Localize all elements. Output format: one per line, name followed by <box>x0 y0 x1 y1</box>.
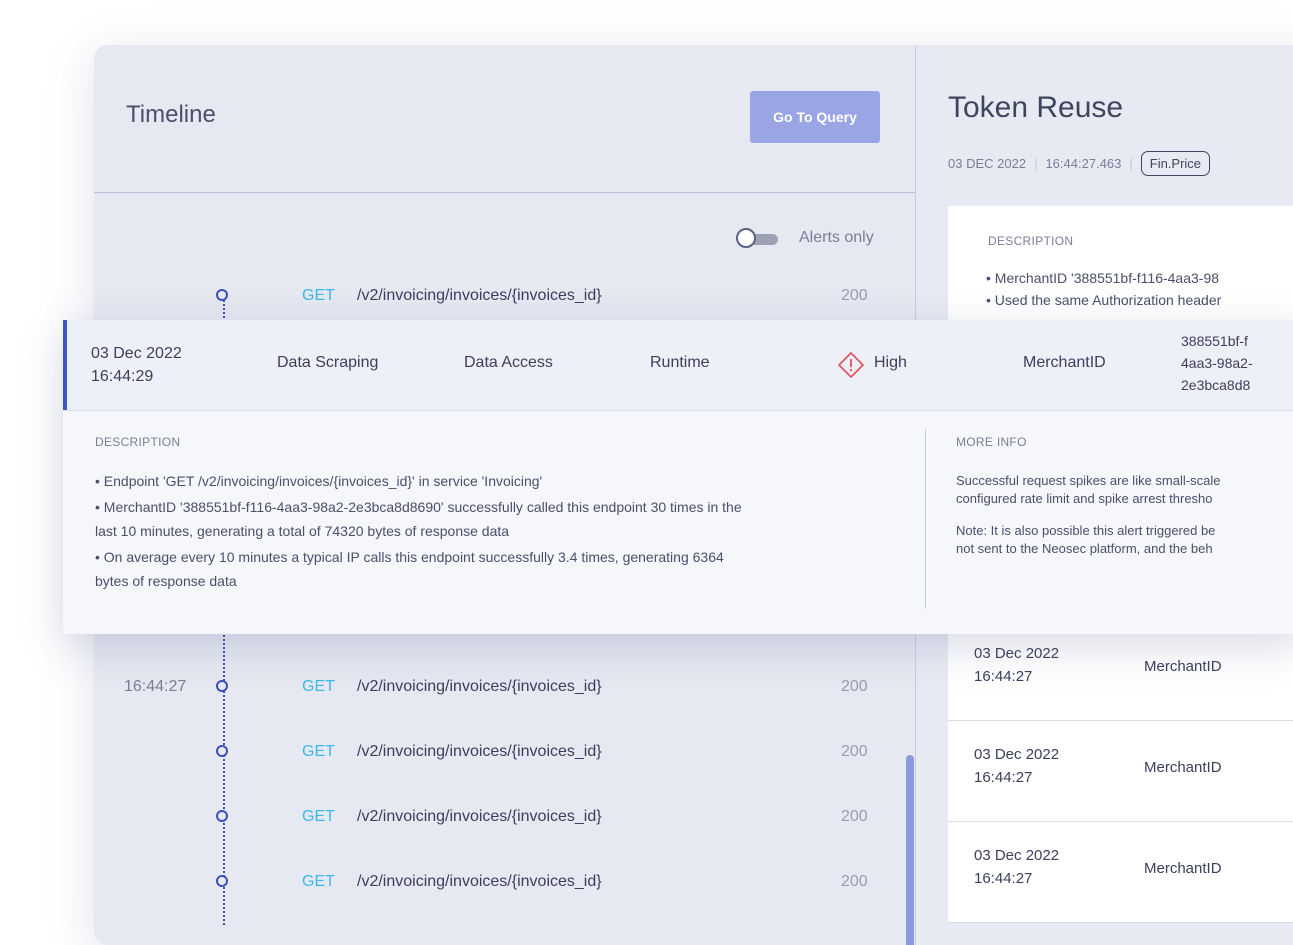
timeline-dot-icon <box>216 745 228 757</box>
alert-entity-id-line: 4aa3-98a2- <box>1181 355 1253 371</box>
list-item-time: 16:44:27 <box>974 769 1033 786</box>
list-item-datetime: 03 Dec 2022 16:44:27 <box>974 642 1059 688</box>
status-code: 200 <box>841 743 868 760</box>
endpoint-path: /v2/invoicing/invoices/{invoices_id} <box>357 287 602 304</box>
timeline-dot-icon <box>216 810 228 822</box>
alert-description-line: • Endpoint 'GET /v2/invoicing/invoices/{… <box>95 473 543 489</box>
alert-category: Data Access <box>464 354 553 371</box>
alert-name: Data Scraping <box>277 354 379 371</box>
list-item[interactable]: 03 Dec 2022 16:44:27 MerchantID <box>948 620 1293 721</box>
timeline-row[interactable]: GET /v2/invoicing/invoices/{invoices_id}… <box>94 863 915 903</box>
detail-date: 03 DEC 2022 <box>948 156 1027 171</box>
timeline-row[interactable]: GET /v2/invoicing/invoices/{invoices_id}… <box>94 733 915 773</box>
alert-description-line: last 10 minutes, generating a total of 7… <box>95 523 510 539</box>
list-item-date: 03 Dec 2022 <box>974 746 1060 763</box>
endpoint-path: /v2/invoicing/invoices/{invoices_id} <box>357 678 602 695</box>
timeline-dot-icon <box>216 875 228 887</box>
endpoint-path: /v2/invoicing/invoices/{invoices_id} <box>357 873 602 890</box>
status-code: 200 <box>841 808 868 825</box>
go-to-query-button[interactable]: Go To Query <box>750 91 880 143</box>
http-method: GET <box>302 743 335 760</box>
endpoint-path: /v2/invoicing/invoices/{invoices_id} <box>357 808 602 825</box>
http-method: GET <box>302 873 335 890</box>
timeline-time: 16:44:27 <box>124 678 187 695</box>
http-method: GET <box>302 808 335 825</box>
alert-more-info-line: configured rate limit and spike arrest t… <box>956 491 1213 506</box>
detail-tag[interactable]: Fin.Price <box>1140 151 1211 176</box>
alert-details: DESCRIPTION • Endpoint 'GET /v2/invoicin… <box>63 411 1293 634</box>
list-item[interactable]: 03 Dec 2022 16:44:27 MerchantID <box>948 721 1293 822</box>
list-item-date: 03 Dec 2022 <box>974 847 1060 864</box>
detail-title: Token Reuse <box>948 91 1124 124</box>
list-item-entity: MerchantID <box>1144 759 1222 776</box>
detail-description-line: • MerchantID '388551bf-f116-4aa3-98 <box>986 270 1220 286</box>
http-method: GET <box>302 287 335 304</box>
alert-more-info-line: Note: It is also possible this alert tri… <box>956 523 1216 538</box>
alert-datetime: 03 Dec 2022 16:44:29 <box>91 342 182 388</box>
timeline-header: Timeline Go To Query <box>94 45 915 193</box>
alert-more-info-line: Successful request spikes are like small… <box>956 473 1221 488</box>
detail-description-title: DESCRIPTION <box>988 234 1074 248</box>
list-item-datetime: 03 Dec 2022 16:44:27 <box>974 844 1059 890</box>
alert-description-line: bytes of response data <box>95 573 237 589</box>
meta-separator: | <box>1034 156 1038 171</box>
alert-description-title: DESCRIPTION <box>95 435 181 449</box>
alert-entity-id: 388551bf-f 4aa3-98a2- 2e3bca8d8 <box>1181 330 1253 396</box>
alert-more-info-title: MORE INFO <box>956 435 1027 449</box>
list-item[interactable]: 03 Dec 2022 16:44:27 MerchantID <box>948 822 1293 923</box>
detail-meta: 03 DEC 2022 | 16:44:27.463 | Fin.Price <box>948 151 1211 176</box>
endpoint-path: /v2/invoicing/invoices/{invoices_id} <box>357 743 602 760</box>
timeline-scrollbar[interactable] <box>906 755 914 945</box>
alert-phase: Runtime <box>650 354 710 371</box>
alert-expanded-row[interactable]: 03 Dec 2022 16:44:29 Data Scraping Data … <box>63 320 1293 634</box>
alert-severity: High <box>874 354 907 371</box>
toggle-knob <box>736 228 756 248</box>
alert-entity-id-line: 388551bf-f <box>1181 333 1248 349</box>
alert-more-info-line: not sent to the Neosec platform, and the… <box>956 541 1213 556</box>
details-divider <box>925 429 926 609</box>
timeline-title: Timeline <box>126 101 216 128</box>
alert-date: 03 Dec 2022 <box>91 345 182 362</box>
alerts-only-label: Alerts only <box>799 229 874 246</box>
alert-row-header[interactable]: 03 Dec 2022 16:44:29 Data Scraping Data … <box>63 320 1293 411</box>
timeline-row[interactable]: GET /v2/invoicing/invoices/{invoices_id}… <box>94 277 915 317</box>
alert-accent-bar <box>63 320 67 410</box>
detail-event-list: 03 Dec 2022 16:44:27 MerchantID 03 Dec 2… <box>948 620 1293 923</box>
meta-separator: | <box>1129 156 1133 171</box>
timeline-row[interactable]: 16:44:27 GET /v2/invoicing/invoices/{inv… <box>94 668 915 708</box>
status-code: 200 <box>841 678 868 695</box>
alerts-only-toggle[interactable] <box>736 228 778 250</box>
status-code: 200 <box>841 873 868 890</box>
list-item-entity: MerchantID <box>1144 860 1222 877</box>
warning-diamond-icon <box>838 352 864 378</box>
list-item-datetime: 03 Dec 2022 16:44:27 <box>974 743 1059 789</box>
alert-description-line: • MerchantID '388551bf-f116-4aa3-98a2-2e… <box>95 499 742 515</box>
alert-time: 16:44:29 <box>91 368 154 385</box>
alert-description-line: • On average every 10 minutes a typical … <box>95 549 724 565</box>
alert-entity-type: MerchantID <box>1023 354 1106 371</box>
timeline-dot-icon <box>216 289 228 301</box>
timeline-dot-icon <box>216 680 228 692</box>
list-item-date: 03 Dec 2022 <box>974 645 1060 662</box>
list-item-time: 16:44:27 <box>974 870 1033 887</box>
http-method: GET <box>302 678 335 695</box>
list-item-entity: MerchantID <box>1144 658 1222 675</box>
status-code: 200 <box>841 287 868 304</box>
detail-time: 16:44:27.463 <box>1045 156 1122 171</box>
alert-entity-id-line: 2e3bca8d8 <box>1181 377 1251 393</box>
list-item-time: 16:44:27 <box>974 668 1033 685</box>
timeline-row[interactable]: GET /v2/invoicing/invoices/{invoices_id}… <box>94 798 915 838</box>
detail-description-line: • Used the same Authorization header <box>986 292 1222 308</box>
